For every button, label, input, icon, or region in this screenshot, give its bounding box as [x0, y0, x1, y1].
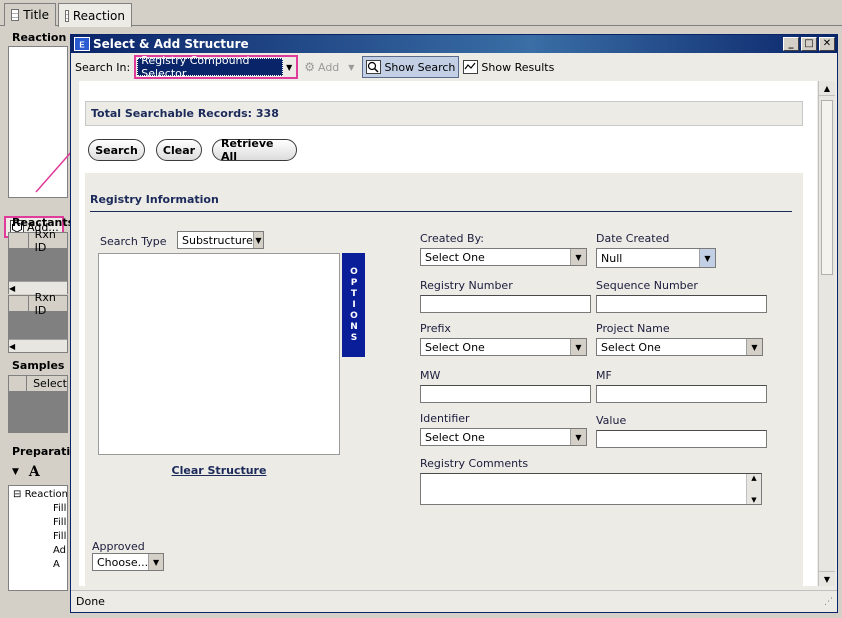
section-title: Registry Information — [90, 193, 219, 206]
search-type-label: Search Type — [100, 235, 167, 248]
date-created-value: Null — [601, 251, 623, 265]
chevron-down-icon[interactable]: ▼ — [570, 339, 586, 355]
dialog-titlebar[interactable]: E Select & Add Structure _ □ ✕ — [71, 35, 837, 53]
clear-structure-link[interactable]: Clear Structure — [98, 464, 340, 477]
registry-panel: Registry Information Search Type Substru… — [85, 173, 803, 586]
scroll-up-icon[interactable]: ▲ — [819, 81, 835, 96]
select-add-structure-dialog: E Select & Add Structure _ □ ✕ Search In… — [70, 34, 838, 613]
registry-comments-label: Registry Comments — [420, 457, 529, 470]
retrieve-all-button[interactable]: Retrieve All — [212, 137, 297, 163]
search-button[interactable]: Search — [88, 139, 145, 161]
comments-scrollbar[interactable]: ▲ ▼ — [746, 474, 761, 504]
results-icon — [463, 60, 479, 74]
registry-number-input[interactable] — [420, 295, 591, 313]
dialog-toolbar: Search In: Registry Compound Selector ▼ … — [71, 53, 837, 81]
add-button[interactable]: ⚙ Add ▼ — [304, 60, 354, 74]
scroll-thumb[interactable] — [821, 100, 833, 275]
search-in-label: Search In: — [75, 60, 131, 74]
chevron-down-icon[interactable]: ▼ — [252, 232, 263, 248]
mf-input[interactable] — [596, 385, 767, 403]
resize-grip-icon[interactable]: ⋰ — [824, 597, 833, 607]
prefix-label: Prefix — [420, 322, 451, 335]
content-scrollbar[interactable]: ▲ ▼ — [818, 81, 835, 586]
mw-input[interactable] — [420, 385, 591, 403]
add-gear-icon: ⚙ — [304, 60, 315, 74]
svg-text:E: E — [79, 41, 85, 50]
total-records: Total Searchable Records: 338 — [85, 101, 803, 126]
scroll-down-icon[interactable]: ▼ — [751, 496, 756, 504]
search-in-value: Registry Compound Selector — [137, 54, 284, 80]
show-search-button[interactable]: Show Search — [362, 56, 460, 78]
close-icon[interactable]: ✕ — [819, 37, 835, 51]
structure-canvas[interactable] — [98, 253, 340, 455]
approved-label: Approved — [92, 540, 145, 553]
chevron-down-icon[interactable]: ▼ — [283, 58, 295, 76]
date-created-label: Date Created — [596, 232, 670, 245]
value-input[interactable] — [596, 430, 767, 448]
show-search-label: Show Search — [384, 60, 456, 74]
created-by-select[interactable]: Select One ▼ — [420, 248, 587, 266]
search-type-value: Substructure — [182, 233, 253, 247]
chevron-down-icon[interactable]: ▼ — [348, 63, 354, 72]
identifier-label: Identifier — [420, 412, 470, 425]
section-divider — [90, 211, 792, 212]
approved-select[interactable]: Choose... ▼ — [92, 553, 164, 571]
created-by-label: Created By: — [420, 232, 484, 245]
identifier-value: Select One — [425, 430, 485, 444]
prefix-select[interactable]: Select One ▼ — [420, 338, 587, 356]
search-icon — [366, 60, 382, 74]
project-name-select[interactable]: Select One ▼ — [596, 338, 763, 356]
chevron-down-icon[interactable]: ▼ — [148, 554, 163, 570]
mf-label: MF — [596, 369, 612, 382]
search-type-select[interactable]: Substructure ▼ — [177, 231, 264, 249]
status-text: Done — [76, 595, 105, 608]
date-created-select[interactable]: Null ▼ — [596, 248, 716, 268]
minimize-icon[interactable]: _ — [783, 37, 799, 51]
maximize-icon[interactable]: □ — [801, 37, 817, 51]
clear-button[interactable]: Clear — [156, 139, 202, 161]
approved-value: Choose... — [97, 555, 149, 569]
app-icon: E — [74, 37, 90, 51]
search-form: Total Searchable Records: 338 Search Cle… — [79, 81, 817, 586]
registry-number-label: Registry Number — [420, 279, 513, 292]
show-results-button[interactable]: Show Results — [463, 60, 554, 74]
search-in-select[interactable]: Registry Compound Selector ▼ — [134, 54, 299, 80]
show-results-label: Show Results — [481, 60, 555, 74]
chevron-down-icon[interactable]: ▼ — [570, 249, 586, 265]
identifier-select[interactable]: Select One ▼ — [420, 428, 587, 446]
chevron-down-icon[interactable]: ▼ — [746, 339, 762, 355]
sequence-number-input[interactable] — [596, 295, 767, 313]
registry-comments-textarea[interactable]: ▲ ▼ — [420, 473, 762, 505]
sequence-number-label: Sequence Number — [596, 279, 698, 292]
chevron-down-icon[interactable]: ▼ — [699, 249, 715, 267]
add-button-label: Add — [317, 60, 340, 74]
prefix-value: Select One — [425, 340, 485, 354]
scroll-down-icon[interactable]: ▼ — [819, 571, 835, 586]
mw-label: MW — [420, 369, 441, 382]
project-name-label: Project Name — [596, 322, 670, 335]
scroll-up-icon[interactable]: ▲ — [751, 474, 756, 482]
project-name-value: Select One — [601, 340, 661, 354]
dialog-title: Select & Add Structure — [93, 37, 249, 51]
status-bar: Done ⋰ — [71, 590, 837, 612]
value-label: Value — [596, 414, 627, 427]
options-tab[interactable]: OPTIONS — [342, 253, 365, 357]
chevron-down-icon[interactable]: ▼ — [570, 429, 586, 445]
created-by-value: Select One — [425, 250, 485, 264]
